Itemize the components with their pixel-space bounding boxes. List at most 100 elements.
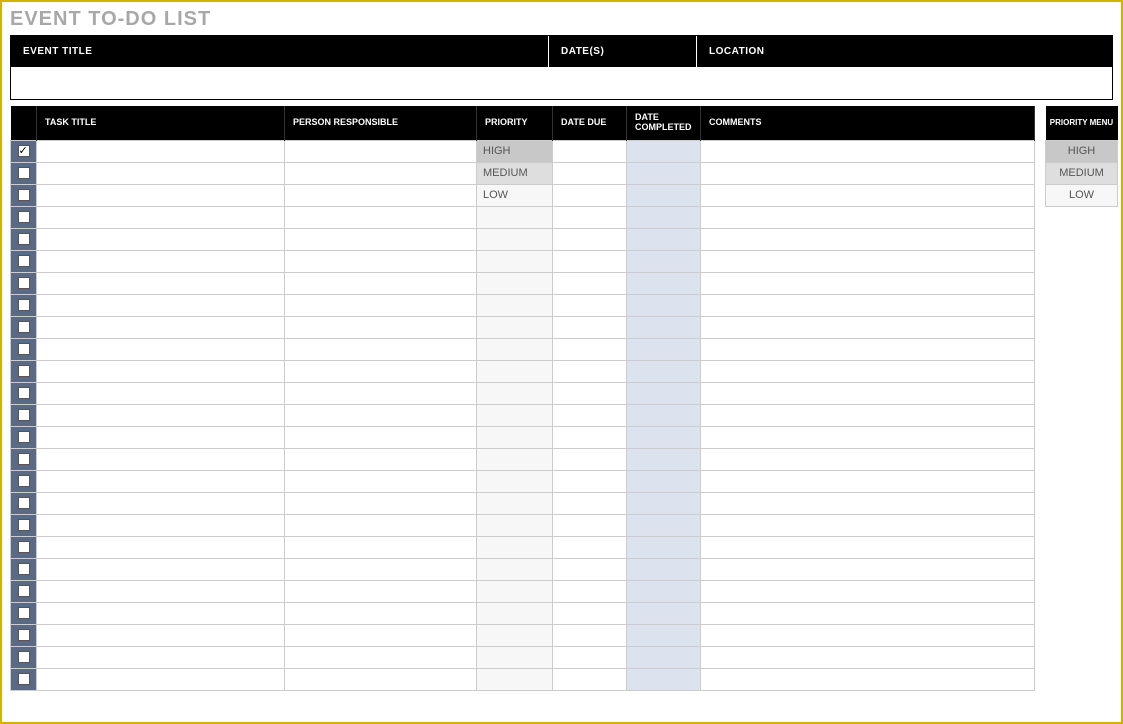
person-cell[interactable] — [285, 536, 477, 558]
task-checkbox-cell[interactable] — [11, 250, 37, 272]
checkbox-icon[interactable] — [18, 651, 30, 663]
date-completed-cell[interactable] — [627, 580, 701, 602]
person-cell[interactable] — [285, 338, 477, 360]
date-due-cell[interactable] — [553, 338, 627, 360]
date-completed-cell[interactable] — [627, 294, 701, 316]
checkbox-icon[interactable] — [18, 211, 30, 223]
date-due-cell[interactable] — [553, 602, 627, 624]
event-title-input[interactable] — [11, 67, 548, 99]
comments-cell[interactable] — [701, 624, 1035, 646]
date-due-cell[interactable] — [553, 250, 627, 272]
priority-cell[interactable] — [477, 316, 553, 338]
comments-cell[interactable] — [701, 250, 1035, 272]
checkbox-icon[interactable] — [18, 585, 30, 597]
task-checkbox-cell[interactable] — [11, 162, 37, 184]
person-cell[interactable] — [285, 558, 477, 580]
person-cell[interactable] — [285, 668, 477, 690]
date-due-cell[interactable] — [553, 426, 627, 448]
comments-cell[interactable] — [701, 338, 1035, 360]
comments-cell[interactable] — [701, 514, 1035, 536]
person-cell[interactable] — [285, 360, 477, 382]
checkbox-icon[interactable] — [18, 189, 30, 201]
date-due-cell[interactable] — [553, 448, 627, 470]
priority-cell[interactable]: LOW — [477, 184, 553, 206]
date-due-cell[interactable] — [553, 140, 627, 162]
priority-cell[interactable] — [477, 426, 553, 448]
priority-cell[interactable]: MEDIUM — [477, 162, 553, 184]
checkbox-icon[interactable] — [18, 629, 30, 641]
comments-cell[interactable] — [701, 140, 1035, 162]
comments-cell[interactable] — [701, 382, 1035, 404]
person-cell[interactable] — [285, 580, 477, 602]
date-due-cell[interactable] — [553, 470, 627, 492]
checkbox-icon[interactable] — [18, 145, 30, 157]
checkbox-icon[interactable] — [18, 255, 30, 267]
priority-menu-high[interactable]: HIGH — [1046, 140, 1118, 162]
date-due-cell[interactable] — [553, 646, 627, 668]
checkbox-icon[interactable] — [18, 321, 30, 333]
date-due-cell[interactable] — [553, 404, 627, 426]
checkbox-icon[interactable] — [18, 387, 30, 399]
comments-cell[interactable] — [701, 668, 1035, 690]
task-checkbox-cell[interactable] — [11, 404, 37, 426]
priority-cell[interactable] — [477, 382, 553, 404]
comments-cell[interactable] — [701, 206, 1035, 228]
person-cell[interactable] — [285, 646, 477, 668]
date-completed-cell[interactable] — [627, 228, 701, 250]
checkbox-icon[interactable] — [18, 497, 30, 509]
person-cell[interactable] — [285, 404, 477, 426]
checkbox-icon[interactable] — [18, 607, 30, 619]
date-completed-cell[interactable] — [627, 272, 701, 294]
date-due-cell[interactable] — [553, 294, 627, 316]
task-title-cell[interactable] — [37, 338, 285, 360]
date-completed-cell[interactable] — [627, 448, 701, 470]
person-cell[interactable] — [285, 294, 477, 316]
task-title-cell[interactable] — [37, 448, 285, 470]
date-due-cell[interactable] — [553, 316, 627, 338]
comments-cell[interactable] — [701, 426, 1035, 448]
person-cell[interactable] — [285, 624, 477, 646]
date-completed-cell[interactable] — [627, 668, 701, 690]
priority-cell[interactable] — [477, 492, 553, 514]
comments-cell[interactable] — [701, 272, 1035, 294]
priority-cell[interactable] — [477, 558, 553, 580]
comments-cell[interactable] — [701, 536, 1035, 558]
task-title-cell[interactable] — [37, 602, 285, 624]
checkbox-icon[interactable] — [18, 673, 30, 685]
date-completed-cell[interactable] — [627, 206, 701, 228]
date-completed-cell[interactable] — [627, 162, 701, 184]
person-cell[interactable] — [285, 316, 477, 338]
comments-cell[interactable] — [701, 470, 1035, 492]
date-due-cell[interactable] — [553, 184, 627, 206]
date-due-cell[interactable] — [553, 206, 627, 228]
priority-cell[interactable] — [477, 536, 553, 558]
comments-cell[interactable] — [701, 404, 1035, 426]
person-cell[interactable] — [285, 602, 477, 624]
task-checkbox-cell[interactable] — [11, 272, 37, 294]
date-completed-cell[interactable] — [627, 360, 701, 382]
date-due-cell[interactable] — [553, 580, 627, 602]
task-title-cell[interactable] — [37, 360, 285, 382]
priority-cell[interactable] — [477, 514, 553, 536]
date-due-cell[interactable] — [553, 382, 627, 404]
date-completed-cell[interactable] — [627, 514, 701, 536]
checkbox-icon[interactable] — [18, 519, 30, 531]
task-checkbox-cell[interactable] — [11, 514, 37, 536]
task-title-cell[interactable] — [37, 492, 285, 514]
checkbox-icon[interactable] — [18, 299, 30, 311]
task-checkbox-cell[interactable] — [11, 558, 37, 580]
date-completed-cell[interactable] — [627, 624, 701, 646]
task-title-cell[interactable] — [37, 624, 285, 646]
task-checkbox-cell[interactable] — [11, 316, 37, 338]
priority-cell[interactable] — [477, 668, 553, 690]
comments-cell[interactable] — [701, 184, 1035, 206]
priority-cell[interactable] — [477, 624, 553, 646]
task-checkbox-cell[interactable] — [11, 426, 37, 448]
task-checkbox-cell[interactable] — [11, 492, 37, 514]
task-checkbox-cell[interactable] — [11, 338, 37, 360]
date-completed-cell[interactable] — [627, 558, 701, 580]
checkbox-icon[interactable] — [18, 563, 30, 575]
priority-cell[interactable] — [477, 470, 553, 492]
priority-cell[interactable] — [477, 580, 553, 602]
person-cell[interactable] — [285, 492, 477, 514]
